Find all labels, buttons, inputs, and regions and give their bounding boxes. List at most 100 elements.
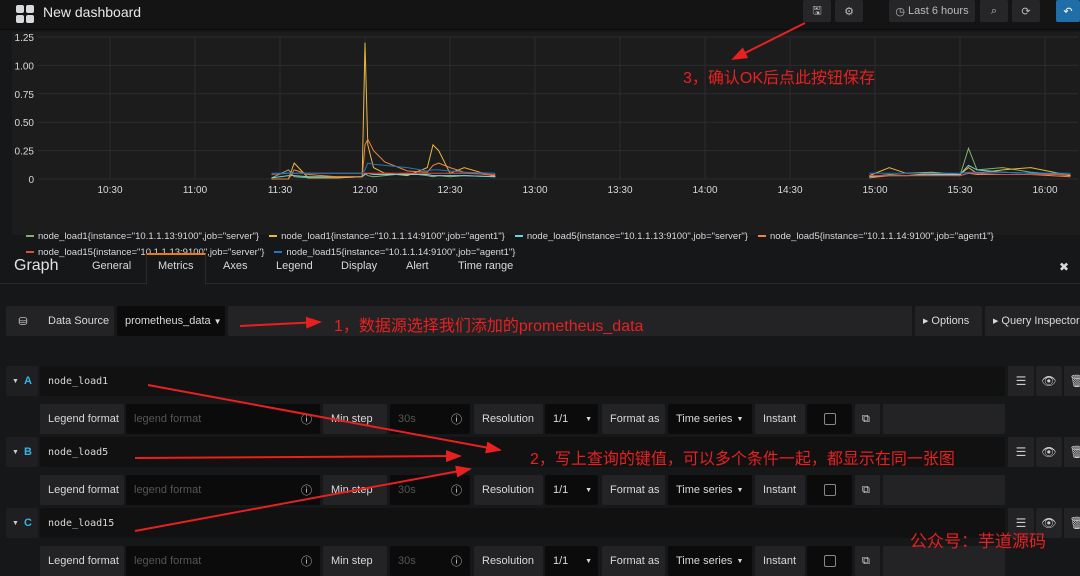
tab-time-range[interactable]: Time range — [458, 260, 513, 272]
format-as-label: Format as — [602, 404, 665, 434]
refresh-button[interactable]: ⟳ — [1012, 0, 1040, 22]
options-filler — [883, 475, 1005, 505]
instant-label: Instant — [755, 404, 805, 434]
zoom-out-button[interactable]: ⌕ — [980, 0, 1008, 22]
clock-icon: ◷ — [895, 5, 906, 18]
format-as-select[interactable]: Time series ▼ — [668, 475, 752, 505]
query-expression-input[interactable]: node_load1 — [40, 366, 1005, 396]
legend-item[interactable]: node_load5{instance="10.1.1.14:9100",job… — [757, 231, 994, 242]
load-chart[interactable]: 0 0.25 0.50 0.75 1.00 1.25 10:30 11:00 11:30 12:0… — [12, 32, 1080, 202]
min-step-placeholder: 30s — [398, 484, 416, 496]
query-toggle-A[interactable]: ▼ A — [6, 366, 38, 396]
query-expression-input[interactable]: node_load15 — [40, 508, 1005, 538]
graph-panel: 0 0.25 0.50 0.75 1.00 1.25 10:30 11:00 11:30 12:0… — [12, 32, 1080, 258]
query-menu-icon[interactable]: ☰ — [1008, 366, 1034, 396]
annotation-step3: 3，确认OK后点此按钮保存 — [683, 70, 876, 87]
resolution-select[interactable]: 1/1 ▼ — [545, 404, 598, 434]
trash-icon[interactable]: 🗑 — [1064, 508, 1080, 538]
format-value: Time series — [676, 413, 733, 425]
min-step-input[interactable]: 30s ⓘ — [390, 546, 470, 576]
format-as-label: Format as — [602, 475, 665, 505]
legend-label: node_load5{instance="10.1.1.14:9100",job… — [769, 231, 994, 242]
options-filler — [883, 404, 1005, 434]
legend-format-input[interactable]: legend format ⓘ — [126, 475, 320, 505]
y-tick-label: 1.00 — [15, 61, 35, 72]
info-icon: ⓘ — [301, 485, 312, 497]
annotation-step2: 2，写上查询的键值，可以多个条件一起，都显示在同一张图 — [530, 451, 955, 468]
resolution-select[interactable]: 1/1 ▼ — [545, 546, 598, 576]
trash-icon[interactable]: 🗑 — [1064, 437, 1080, 467]
min-step-input[interactable]: 30s ⓘ — [390, 404, 470, 434]
settings-button[interactable]: ⚙ — [835, 0, 863, 22]
legend-item[interactable]: node_load1{instance="10.1.1.14:9100",job… — [269, 231, 505, 242]
legend-format-input[interactable]: legend format ⓘ — [126, 546, 320, 576]
resolution-value: 1/1 — [553, 484, 569, 496]
external-link-icon[interactable]: ⧉ — [855, 404, 880, 434]
close-editor-button[interactable]: ✖ — [1059, 260, 1069, 274]
dashboard-title[interactable]: New dashboard — [43, 4, 141, 20]
caret-down-icon: ▼ — [585, 486, 592, 494]
instant-checkbox[interactable] — [807, 475, 852, 505]
legend-format-placeholder: legend format — [134, 484, 202, 496]
legend-swatch — [26, 235, 34, 238]
tab-axes[interactable]: Axes — [223, 260, 247, 272]
legend-format-placeholder: legend format — [134, 555, 202, 567]
y-tick-label: 0.50 — [15, 118, 35, 129]
tab-legend[interactable]: Legend — [276, 260, 313, 272]
options-label: Options — [931, 315, 970, 327]
x-tick-label: 12:00 — [352, 185, 377, 196]
query-toggle-B[interactable]: ▼ B — [6, 437, 38, 467]
save-button[interactable]: 🖫 — [803, 0, 831, 22]
editor-tabs: Graph General Metrics Axes Legend Displa… — [0, 252, 1080, 285]
legend-format-input[interactable]: legend format ⓘ — [126, 404, 320, 434]
legend-item[interactable]: node_load5{instance="10.1.1.13:9100",job… — [514, 231, 748, 242]
eye-icon[interactable]: 👁 — [1036, 437, 1062, 467]
legend-format-label: Legend format — [40, 475, 124, 505]
refresh-icon: ⟳ — [1021, 5, 1031, 18]
tab-alert[interactable]: Alert — [406, 260, 429, 272]
info-icon: ⓘ — [301, 556, 312, 568]
resolution-label: Resolution — [474, 404, 543, 434]
min-step-label: Min step — [323, 546, 387, 576]
x-tick-label: 13:00 — [522, 185, 547, 196]
query-toggle-C[interactable]: ▼ C — [6, 508, 38, 538]
legend-swatch — [514, 235, 523, 238]
query-letter: C — [23, 517, 32, 529]
caret-down-icon: ▼ — [585, 557, 592, 565]
options-toggle[interactable]: ▶ Options — [915, 306, 982, 336]
x-tick-label: 14:00 — [692, 185, 717, 196]
data-source-select[interactable]: prometheus_data ▼ — [117, 306, 225, 336]
tab-general[interactable]: General — [92, 260, 131, 272]
x-tick-label: 11:00 — [183, 185, 208, 196]
format-as-label: Format as — [602, 546, 665, 576]
dashboard-grid-icon[interactable] — [16, 5, 34, 23]
top-navbar: New dashboard 🖫 ⚙ ◷ Last 6 hours ⌕ ⟳ ↶ — [0, 0, 1080, 30]
time-range-picker[interactable]: ◷ Last 6 hours — [889, 0, 975, 22]
trash-icon[interactable]: 🗑 — [1064, 366, 1080, 396]
x-tick-label: 15:30 — [947, 185, 972, 196]
data-source-label: Data Source — [40, 306, 114, 336]
external-link-icon[interactable]: ⧉ — [855, 475, 880, 505]
tab-display[interactable]: Display — [341, 260, 377, 272]
external-link-icon[interactable]: ⧉ — [855, 546, 880, 576]
legend-item[interactable]: node_load1{instance="10.1.1.13:9100",job… — [26, 231, 259, 242]
tab-metrics[interactable]: Metrics — [158, 260, 193, 272]
caret-down-icon: ▼ — [213, 316, 222, 326]
min-step-input[interactable]: 30s ⓘ — [390, 475, 470, 505]
x-tick-label: 11:30 — [268, 185, 293, 196]
query-letter: A — [23, 375, 32, 387]
instant-checkbox[interactable] — [807, 546, 852, 576]
back-button[interactable]: ↶ — [1056, 0, 1080, 22]
resolution-select[interactable]: 1/1 ▼ — [545, 475, 598, 505]
instant-checkbox[interactable] — [807, 404, 852, 434]
eye-icon[interactable]: 👁 — [1036, 366, 1062, 396]
min-step-placeholder: 30s — [398, 555, 416, 567]
caret-down-icon: ▼ — [736, 486, 744, 494]
format-as-select[interactable]: Time series ▼ — [668, 404, 752, 434]
x-tick-label: 10:30 — [97, 185, 122, 196]
query-menu-icon[interactable]: ☰ — [1008, 437, 1034, 467]
query-inspector-toggle[interactable]: ▶ Query Inspector — [985, 306, 1080, 336]
data-source-value: prometheus_data — [125, 315, 211, 327]
format-as-select[interactable]: Time series ▼ — [668, 546, 752, 576]
x-tick-label: 16:00 — [1032, 185, 1057, 196]
